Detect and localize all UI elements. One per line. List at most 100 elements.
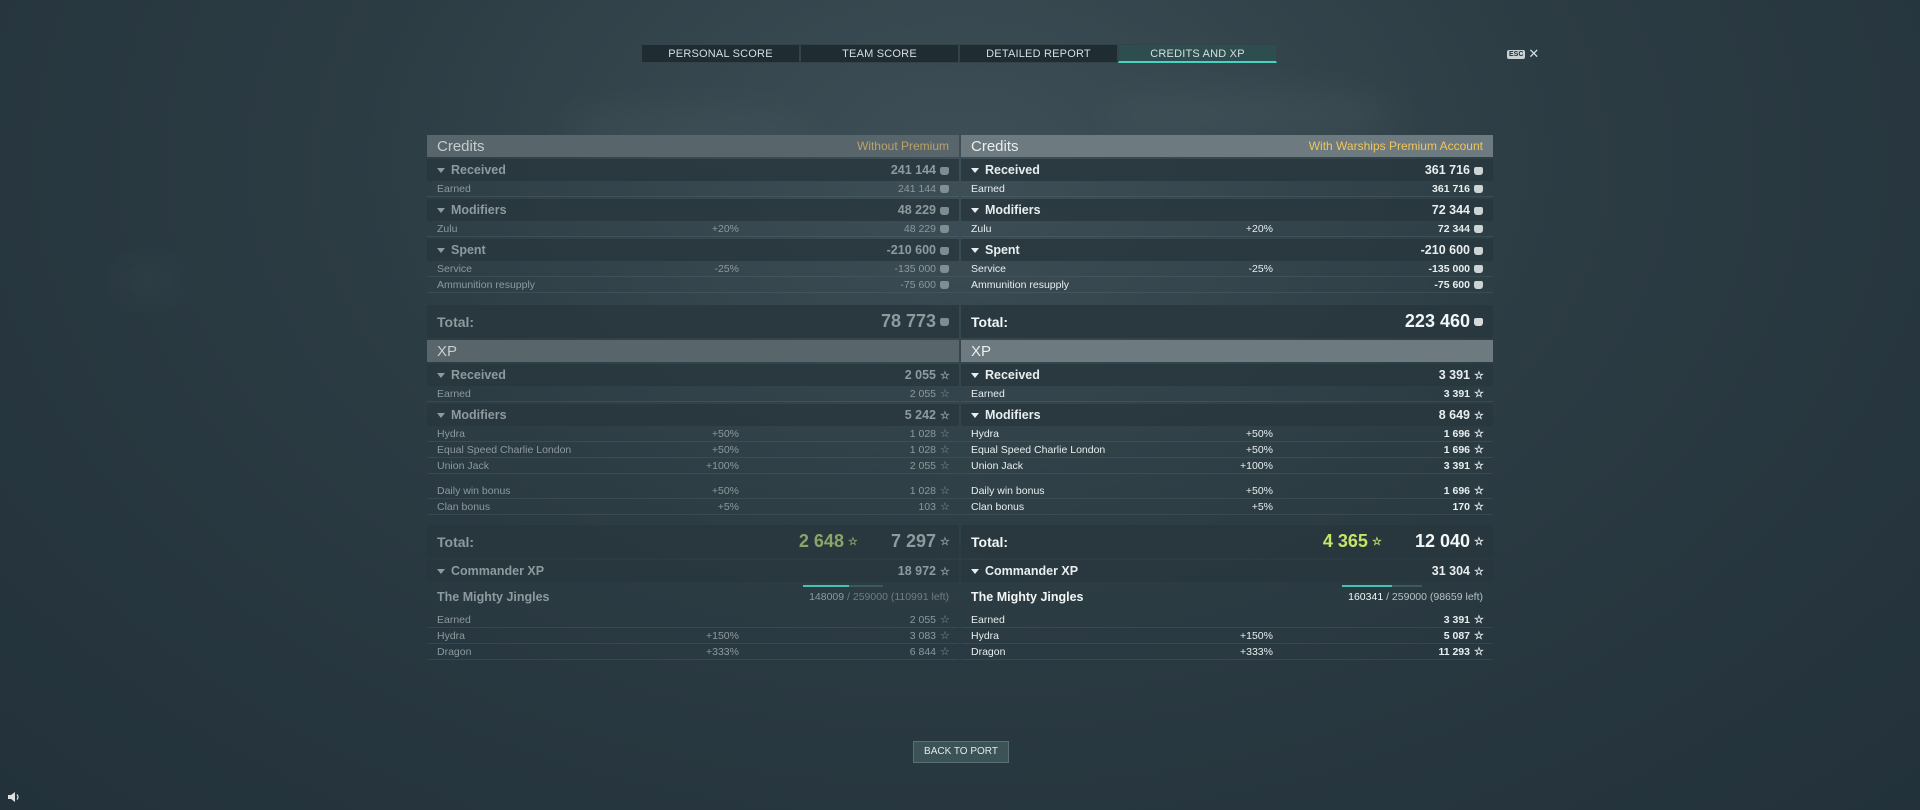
row-label: Earned	[437, 613, 471, 626]
group-received[interactable]: Received 361 716	[961, 159, 1493, 181]
row-label: Hydra	[971, 629, 1000, 642]
row-percent: -25%	[714, 262, 739, 275]
row-value: 72 344	[1383, 223, 1483, 235]
row-xp-earned: Earned 2 055 ☆	[427, 386, 959, 402]
row-percent: +100%	[1240, 459, 1273, 472]
row-union-jack: Union Jack +100% 2 055 ☆	[427, 458, 959, 474]
row-value: 1 028 ☆	[909, 443, 950, 456]
chevron-down-icon	[437, 372, 445, 378]
row-label: Earned	[437, 182, 471, 195]
group-value: -210 600	[1421, 243, 1483, 257]
row-percent: -25%	[1248, 262, 1273, 275]
row-percent: +333%	[706, 645, 739, 658]
group-value: 48 229	[898, 203, 949, 217]
row-percent: +50%	[711, 427, 739, 440]
row-label: Earned	[971, 182, 1005, 195]
xp-star-icon: ☆	[1474, 500, 1484, 513]
premium-mode: With Warships Premium Account	[1308, 139, 1483, 153]
credits-total-value: 78 773	[881, 311, 949, 332]
speaker-icon[interactable]	[7, 791, 21, 803]
xp-star-icon: ☆	[1474, 536, 1484, 549]
row-commander-earned: Earned 2 055 ☆	[427, 612, 959, 628]
tab-team-score[interactable]: Team score	[800, 44, 959, 63]
xp-total-base: 2 648 ☆	[798, 531, 858, 551]
background	[0, 0, 1920, 810]
row-label: Hydra	[437, 427, 466, 440]
row-service: Service -25% -135 000	[961, 261, 1493, 277]
row-value: 1 696 ☆	[1443, 443, 1484, 456]
row-value: -75 600	[1383, 279, 1483, 291]
group-xp-received[interactable]: Received 2 055 ☆	[427, 364, 959, 386]
row-label: Clan bonus	[971, 500, 1025, 513]
row-daily-win-bonus: Daily win bonus +50% 1 028 ☆	[427, 483, 959, 499]
close-button[interactable]: ESC ✕	[1507, 46, 1539, 62]
row-value: 1 028 ☆	[909, 484, 950, 497]
total-label: Total:	[971, 533, 1009, 550]
commander-name: The Mighty Jingles	[437, 590, 550, 604]
commander-name: The Mighty Jingles	[971, 590, 1084, 604]
group-value: 18 972 ☆	[897, 564, 950, 578]
chevron-down-icon	[437, 167, 445, 173]
row-value: 2 055 ☆	[909, 459, 950, 472]
row-ammunition-resupply: Ammunition resupply -75 600	[961, 277, 1493, 293]
commander-progress-bar	[803, 585, 884, 587]
xp-header: XP	[427, 340, 959, 362]
row-value: 3 391 ☆	[1443, 613, 1484, 626]
credits-icon	[940, 246, 949, 255]
row-label: Daily win bonus	[971, 484, 1045, 497]
credits-icon	[1474, 166, 1483, 175]
chevron-down-icon	[437, 568, 445, 574]
row-label: Zulu	[971, 222, 992, 235]
credits-icon	[940, 206, 949, 215]
row-percent: +20%	[711, 222, 739, 235]
row-value: 2 055 ☆	[909, 613, 950, 626]
row-label: Hydra	[971, 427, 1000, 440]
credits-icon	[940, 264, 949, 273]
premium-mode: Without Premium	[856, 139, 949, 153]
row-value: -75 600	[849, 279, 949, 291]
row-value: 241 144	[849, 183, 949, 195]
xp-total-base: 4 365 ☆	[1322, 531, 1382, 551]
commander-progress: 148009 / 259000 (110991 left)	[803, 585, 949, 603]
row-hydra: Hydra +50% 1 028 ☆	[427, 426, 959, 442]
row-label: Zulu	[437, 222, 458, 235]
credits-icon	[1474, 246, 1483, 255]
row-zulu: Zulu +20% 72 344	[961, 221, 1493, 237]
xp-star-icon: ☆	[1474, 369, 1484, 382]
commander-progress-bar	[1342, 585, 1423, 587]
group-modifiers[interactable]: Modifiers 72 344	[961, 199, 1493, 221]
row-value: 5 087 ☆	[1443, 629, 1484, 642]
tab-detailed-report[interactable]: Detailed report	[959, 44, 1118, 63]
row-label: Service	[971, 262, 1007, 275]
row-label: Hydra	[437, 629, 466, 642]
row-label: Equal Speed Charlie London	[971, 443, 1106, 456]
group-value: 3 391 ☆	[1438, 368, 1484, 382]
row-percent: +100%	[706, 459, 739, 472]
group-xp-received[interactable]: Received 3 391 ☆	[961, 364, 1493, 386]
group-commander-xp[interactable]: Commander XP 18 972 ☆	[427, 560, 959, 582]
group-xp-modifiers[interactable]: Modifiers 8 649 ☆	[961, 404, 1493, 426]
xp-total-full: 7 297 ☆	[890, 531, 950, 551]
row-label: Equal Speed Charlie London	[437, 443, 572, 456]
group-modifiers[interactable]: Modifiers 48 229	[427, 199, 959, 221]
row-label: Union Jack	[437, 459, 489, 472]
group-spent[interactable]: Spent -210 600	[427, 239, 959, 261]
xp-star-icon: ☆	[940, 427, 950, 440]
tab-bar: Personal score Team score Detailed repor…	[641, 44, 1277, 63]
group-value: 72 344	[1432, 203, 1483, 217]
row-equal-speed-charlie-london: Equal Speed Charlie London +50% 1 696 ☆	[961, 442, 1493, 458]
row-earned: Earned 241 144	[427, 181, 959, 197]
group-xp-modifiers[interactable]: Modifiers 5 242 ☆	[427, 404, 959, 426]
back-to-port-button[interactable]: Back to port	[913, 741, 1009, 763]
group-received[interactable]: Received 241 144	[427, 159, 959, 181]
commander-progress-fill	[803, 585, 849, 587]
group-spent[interactable]: Spent -210 600	[961, 239, 1493, 261]
xp-title: XP	[971, 342, 992, 360]
xp-star-icon: ☆	[1474, 427, 1484, 440]
row-value: 1 028 ☆	[909, 427, 950, 440]
xp-star-icon: ☆	[1371, 536, 1382, 549]
tab-credits-and-xp[interactable]: Credits and XP	[1118, 44, 1277, 63]
group-commander-xp[interactable]: Commander XP 31 304 ☆	[961, 560, 1493, 582]
tab-personal-score[interactable]: Personal score	[641, 44, 800, 63]
credits-icon	[940, 318, 949, 327]
